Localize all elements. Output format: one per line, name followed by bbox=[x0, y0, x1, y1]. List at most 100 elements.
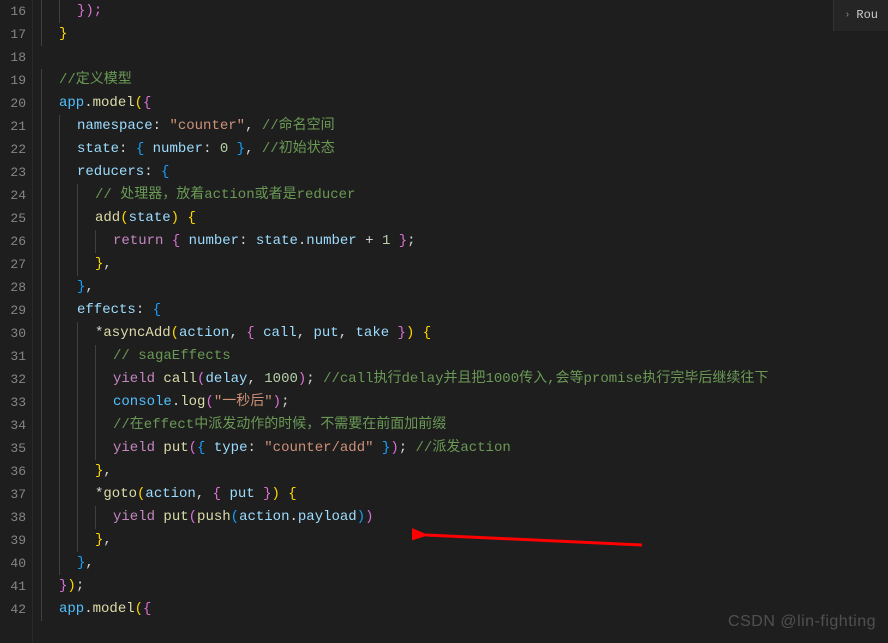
code-line[interactable]: }); bbox=[41, 0, 888, 23]
code-line[interactable]: yield call(delay, 1000); //call执行delay并且… bbox=[41, 368, 888, 391]
code-line[interactable]: }, bbox=[41, 460, 888, 483]
token-brace: ( bbox=[120, 210, 128, 226]
overview-tab[interactable]: › Rou bbox=[833, 0, 888, 31]
token-prop: number bbox=[189, 233, 239, 249]
code-line[interactable]: //在effect中派发动作的时候，不需要在前面加前缀 bbox=[41, 414, 888, 437]
code-line[interactable]: *goto(action, { put }) { bbox=[41, 483, 888, 506]
line-number: 41 bbox=[0, 575, 26, 598]
code-line[interactable]: namespace: "counter", //命名空间 bbox=[41, 115, 888, 138]
code-line[interactable]: //定义模型 bbox=[41, 69, 888, 92]
token-brace3: ( bbox=[231, 509, 239, 525]
token-punct: , bbox=[85, 555, 93, 571]
token-comment: //在effect中派发动作的时候，不需要在前面加前缀 bbox=[113, 417, 446, 433]
token-brace: ) bbox=[171, 210, 179, 226]
token-param: state bbox=[256, 233, 298, 249]
token-comment: //call执行delay并且把1000传入,会等promise执行完毕后继续往… bbox=[323, 371, 768, 387]
token-brace2: ( bbox=[189, 440, 197, 456]
token-brace: ( bbox=[135, 601, 143, 617]
code-line[interactable]: // 处理器，放着action或者是reducer bbox=[41, 184, 888, 207]
token-brace2: ) bbox=[365, 509, 373, 525]
code-line[interactable]: state: { number: 0 }, //初始状态 bbox=[41, 138, 888, 161]
code-line[interactable]: effects: { bbox=[41, 299, 888, 322]
code-line[interactable]: reducers: { bbox=[41, 161, 888, 184]
code-line[interactable]: } bbox=[41, 23, 888, 46]
token-punct: , bbox=[297, 325, 314, 341]
token-brace2: { bbox=[143, 601, 151, 617]
token-param: action bbox=[239, 509, 289, 525]
token-punct: , bbox=[247, 371, 264, 387]
token-string: "counter" bbox=[169, 118, 245, 134]
code-line[interactable]: // sagaEffects bbox=[41, 345, 888, 368]
token-param: call bbox=[263, 325, 297, 341]
token-object: app bbox=[59, 95, 84, 111]
line-number: 17 bbox=[0, 23, 26, 46]
token-param: action bbox=[145, 486, 195, 502]
token-method: add bbox=[95, 210, 120, 226]
token-method: model bbox=[93, 601, 135, 617]
token-comment: // 处理器，放着action或者是reducer bbox=[95, 187, 355, 203]
token-string: "一秒后" bbox=[214, 394, 273, 410]
token-punct: , bbox=[103, 463, 111, 479]
code-line[interactable]: add(state) { bbox=[41, 207, 888, 230]
token-brace: } bbox=[59, 26, 67, 42]
line-number: 40 bbox=[0, 552, 26, 575]
token-brace2: { bbox=[143, 95, 151, 111]
code-line[interactable]: }, bbox=[41, 276, 888, 299]
token-method: asyncAdd bbox=[103, 325, 170, 341]
line-number: 26 bbox=[0, 230, 26, 253]
line-number: 25 bbox=[0, 207, 26, 230]
token-number: 1000 bbox=[264, 371, 298, 387]
token-brace3: } bbox=[228, 141, 245, 157]
code-line[interactable]: app.model({ bbox=[41, 92, 888, 115]
token-brace2: }); bbox=[77, 3, 102, 19]
token-brace: { bbox=[179, 210, 196, 226]
token-method: model bbox=[93, 95, 135, 111]
line-number: 32 bbox=[0, 368, 26, 391]
code-line[interactable]: }, bbox=[41, 552, 888, 575]
token-method: log bbox=[180, 394, 205, 410]
token-punct: : bbox=[153, 118, 170, 134]
token-brace: ) bbox=[272, 486, 280, 502]
token-param: put bbox=[314, 325, 339, 341]
code-line[interactable]: return { number: state.number + 1 }; bbox=[41, 230, 888, 253]
token-object: app bbox=[59, 601, 84, 617]
tab-label: Rou bbox=[856, 4, 878, 27]
line-number: 42 bbox=[0, 598, 26, 621]
chevron-right-icon: › bbox=[844, 4, 850, 27]
token-keyword: yield bbox=[113, 440, 155, 456]
token-prop: state bbox=[77, 141, 119, 157]
code-content[interactable]: });} //定义模型app.model({namespace: "counte… bbox=[32, 0, 888, 643]
code-line[interactable]: }, bbox=[41, 253, 888, 276]
code-line[interactable] bbox=[41, 46, 888, 69]
code-line[interactable]: yield put(push(action.payload)) bbox=[41, 506, 888, 529]
token-brace: ( bbox=[171, 325, 179, 341]
token-punct: , bbox=[245, 118, 262, 134]
token-punct: . bbox=[172, 394, 180, 410]
code-line[interactable]: }); bbox=[41, 575, 888, 598]
line-number: 24 bbox=[0, 184, 26, 207]
token-brace: ) bbox=[67, 578, 75, 594]
token-comment: //定义模型 bbox=[59, 72, 132, 88]
token-punct: , bbox=[196, 486, 213, 502]
token-method: put bbox=[163, 509, 188, 525]
token-comment: //命名空间 bbox=[262, 118, 335, 134]
line-number: 33 bbox=[0, 391, 26, 414]
token-brace2: { bbox=[213, 486, 230, 502]
line-number: 28 bbox=[0, 276, 26, 299]
code-line[interactable]: }, bbox=[41, 529, 888, 552]
token-method: put bbox=[163, 440, 188, 456]
line-number: 39 bbox=[0, 529, 26, 552]
code-line[interactable]: yield put({ type: "counter/add" }); //派发… bbox=[41, 437, 888, 460]
token-brace3: { bbox=[161, 164, 169, 180]
token-brace: { bbox=[414, 325, 431, 341]
code-line[interactable]: console.log("一秒后"); bbox=[41, 391, 888, 414]
token-punct: : bbox=[203, 141, 220, 157]
token-punct: . bbox=[84, 95, 92, 111]
code-editor[interactable]: 1617181920212223242526272829303132333435… bbox=[0, 0, 888, 643]
code-line[interactable]: *asyncAdd(action, { call, put, take }) { bbox=[41, 322, 888, 345]
token-param: delay bbox=[205, 371, 247, 387]
token-param: action bbox=[179, 325, 229, 341]
token-comment: // sagaEffects bbox=[113, 348, 231, 364]
token-param: state bbox=[129, 210, 171, 226]
token-brace2: } bbox=[390, 233, 407, 249]
